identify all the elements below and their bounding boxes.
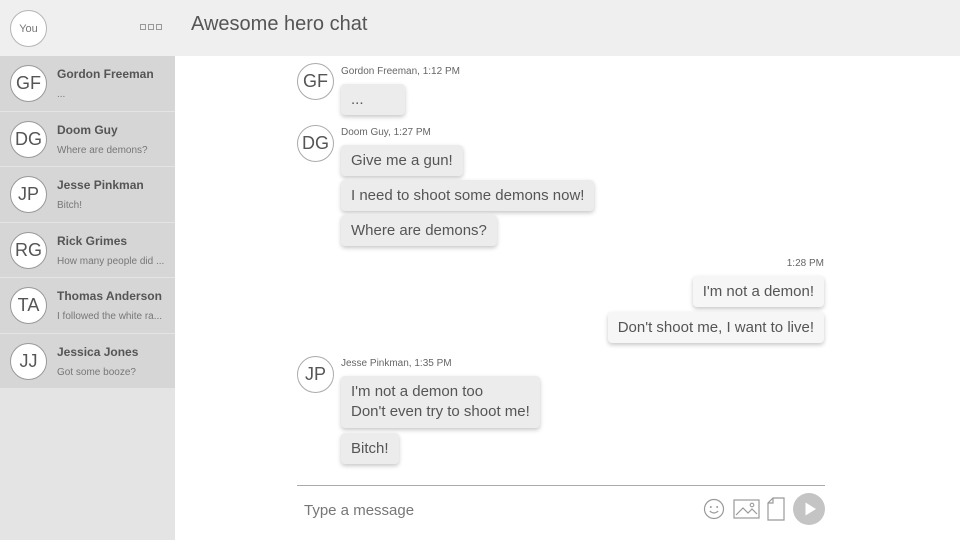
avatar: JP [10, 176, 47, 213]
message-meta: 1:28 PM [786, 258, 824, 269]
contact-list: GF Gordon Freeman ... DG Doom Guy Where … [0, 56, 175, 389]
message-text: Give me a gun! [351, 152, 453, 169]
dot [140, 24, 146, 30]
message-meta: Gordon Freeman, 1:12 PM [341, 66, 460, 77]
smiley-icon[interactable] [703, 498, 725, 520]
image-icon[interactable] [733, 498, 760, 520]
contact-name: Gordon Freeman [57, 67, 154, 81]
message-text: Don't shoot me, I want to live! [617, 319, 814, 336]
message-meta: Jesse Pinkman, 1:35 PM [341, 358, 452, 369]
contact-item[interactable]: TA Thomas Anderson I followed the white … [0, 278, 175, 334]
message-text: Don't even try to shoot me! [351, 403, 530, 420]
message-meta: Doom Guy, 1:27 PM [341, 127, 431, 138]
message-bubble: I'm not a demon too Don't even try to sh… [341, 376, 540, 428]
dot [156, 24, 162, 30]
message-bubble: Where are demons? [341, 215, 497, 246]
message-text: ... [351, 91, 364, 108]
chat-header: Awesome hero chat [175, 0, 960, 56]
message-text: I'm not a demon too [351, 383, 484, 400]
contact-name: Thomas Anderson [57, 289, 162, 303]
message-bubble-outgoing: I'm not a demon! [692, 276, 824, 307]
message-text: I'm not a demon! [702, 283, 814, 300]
message-bubble: Give me a gun! [341, 145, 463, 176]
avatar: RG [10, 231, 47, 269]
sidebar-header: You [0, 0, 175, 56]
contact-preview: Got some booze? [57, 366, 136, 378]
contact-item[interactable]: GF Gordon Freeman ... [0, 56, 175, 112]
message-bubble: Bitch! [341, 433, 399, 464]
message-bubble: I need to shoot some demons now! [341, 180, 595, 211]
contact-preview: Bitch! [57, 200, 83, 211]
message-avatar: JP [297, 356, 334, 393]
contact-name: Doom Guy [57, 122, 118, 137]
message-bubble-outgoing: Don't shoot me, I want to live! [607, 312, 824, 343]
contact-name: Rick Grimes [57, 233, 128, 248]
contact-item[interactable]: DG Doom Guy Where are demons? [0, 111, 175, 167]
file-icon[interactable] [767, 497, 785, 521]
contact-name: Jessica Jones [57, 344, 139, 359]
avatar: DG [10, 120, 47, 158]
composer-divider [297, 485, 825, 486]
send-play-icon [805, 502, 816, 516]
message-avatar: GF [297, 63, 334, 100]
chat-title: Awesome hero chat [191, 13, 368, 35]
message-text: Bitch! [351, 440, 389, 457]
send-button[interactable] [793, 493, 825, 525]
avatar: TA [10, 287, 47, 324]
message-input[interactable] [297, 494, 687, 526]
message-text: Where are demons? [351, 222, 487, 239]
self-avatar[interactable]: You [10, 10, 47, 47]
contact-item[interactable]: JP Jesse Pinkman Bitch! [0, 167, 175, 223]
more-dots-icon[interactable] [140, 24, 162, 30]
contact-item[interactable]: RG Rick Grimes How many people did ... [0, 222, 175, 278]
avatar: GF [10, 65, 47, 102]
contact-item[interactable]: JJ Jessica Jones Got some booze? [0, 333, 175, 389]
contact-name: Jesse Pinkman [57, 178, 144, 192]
contact-preview: How many people did ... [57, 255, 165, 267]
contact-preview: I followed the white ra... [57, 311, 163, 322]
sidebar: You GF Gordon Freeman ... DG Doom Guy Wh… [0, 0, 175, 540]
message-text: I need to shoot some demons now! [351, 187, 585, 204]
contact-preview: Where are demons? [57, 144, 148, 156]
message-avatar: DG [297, 125, 334, 162]
avatar: JJ [10, 342, 47, 380]
message-bubble: ... [341, 84, 405, 115]
dot [148, 24, 154, 30]
contact-preview: ... [57, 89, 66, 100]
